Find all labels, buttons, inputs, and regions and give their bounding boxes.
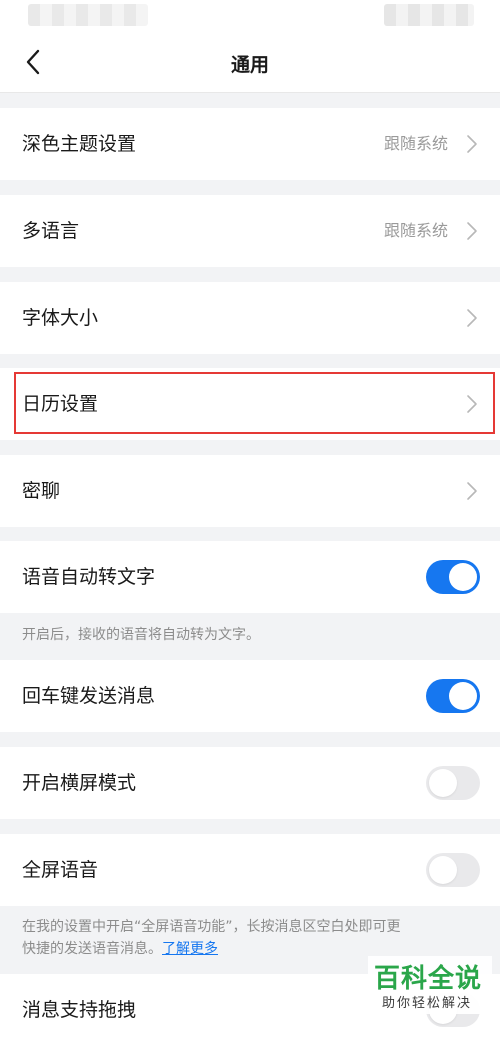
secret-chat-row[interactable]: 密聊 <box>0 455 500 527</box>
row-value: 跟随系统 <box>383 221 448 240</box>
nav-bar: 通用 <box>0 32 500 93</box>
landscape-mode-toggle[interactable] <box>426 766 480 800</box>
hint-line-2-text: 快捷的发送语音消息。 <box>22 941 162 957</box>
language-row[interactable]: 多语言 跟随系统 <box>0 195 500 267</box>
voice-to-text-row: 语音自动转文字 <box>0 541 500 613</box>
chevron-right-icon <box>466 220 478 242</box>
toggle-knob <box>429 769 457 797</box>
hint-line-1: 在我的设置中开启“全屏语音功能”，长按消息区空白处即可更 <box>22 919 401 935</box>
landscape-mode-row: 开启横屏模式 <box>0 747 500 819</box>
chevron-right-icon <box>466 393 478 415</box>
row-label: 密聊 <box>22 480 61 502</box>
row-label: 开启横屏模式 <box>22 772 137 794</box>
watermark-subtitle: 助你轻松解决 <box>382 996 473 1011</box>
chevron-right-icon <box>466 133 478 155</box>
learn-more-link[interactable]: 了解更多 <box>162 941 218 957</box>
chevron-right-icon <box>466 480 478 502</box>
fullscreen-voice-row: 全屏语音 <box>0 834 500 906</box>
font-size-row[interactable]: 字体大小 <box>0 282 500 354</box>
status-bar-right-blurred <box>384 4 474 26</box>
row-label: 语音自动转文字 <box>22 566 156 588</box>
row-label: 字体大小 <box>22 307 99 329</box>
toggle-knob <box>429 856 457 884</box>
row-label: 多语言 <box>22 220 80 242</box>
dark-theme-row[interactable]: 深色主题设置 跟随系统 <box>0 108 500 180</box>
watermark-title: 百科全说 <box>374 964 483 994</box>
row-label: 回车键发送消息 <box>22 685 156 707</box>
enter-to-send-toggle[interactable] <box>426 679 480 713</box>
page-title: 通用 <box>230 54 269 76</box>
row-label: 消息支持拖拽 <box>22 999 137 1021</box>
voice-to-text-hint: 开启后，接收的语音将自动转为文字。 <box>22 627 260 643</box>
status-bar-left-blurred <box>28 4 148 26</box>
calendar-settings-row[interactable]: 日历设置 <box>0 368 500 440</box>
row-label: 日历设置 <box>22 393 99 415</box>
chevron-right-icon <box>466 307 478 329</box>
toggle-knob <box>449 563 477 591</box>
fullscreen-voice-toggle[interactable] <box>426 853 480 887</box>
row-value: 跟随系统 <box>383 134 448 153</box>
row-label: 深色主题设置 <box>22 133 137 155</box>
watermark-logo: 百科全说 助你轻松解决 <box>368 956 492 1014</box>
voice-to-text-toggle[interactable] <box>426 560 480 594</box>
row-label: 全屏语音 <box>22 859 99 881</box>
enter-to-send-row: 回车键发送消息 <box>0 660 500 732</box>
toggle-knob <box>449 682 477 710</box>
fullscreen-voice-hint: 在我的设置中开启“全屏语音功能”，长按消息区空白处即可更 快捷的发送语音消息。了… <box>22 916 482 960</box>
status-bar <box>0 0 500 32</box>
